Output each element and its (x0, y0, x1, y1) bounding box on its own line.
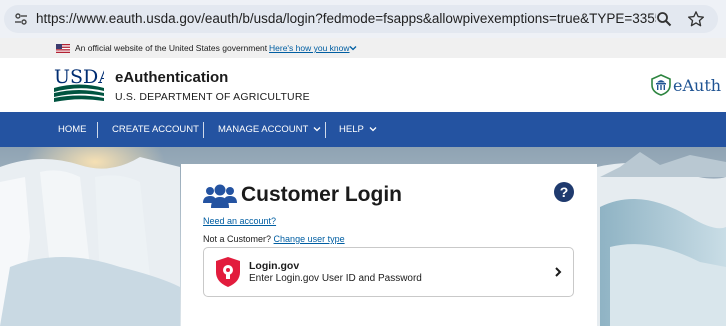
svg-text:?: ? (560, 184, 569, 200)
us-flag-icon (56, 44, 70, 53)
browser-toolbar: https://www.eauth.usda.gov/eauth/b/usda/… (0, 0, 726, 38)
not-customer-text: Not a Customer? Change user type (203, 234, 345, 244)
nav-help-label: HELP (339, 124, 364, 135)
url-text[interactable]: https://www.eauth.usda.gov/eauth/b/usda/… (36, 11, 656, 26)
address-bar[interactable]: https://www.eauth.usda.gov/eauth/b/usda/… (4, 5, 718, 33)
login-gov-option[interactable]: Login.gov Enter Login.gov User ID and Pa… (203, 247, 574, 297)
heres-how-you-know-link[interactable]: Here's how you know (269, 43, 350, 53)
capitol-shield-icon (651, 74, 671, 96)
gov-banner: An official website of the United States… (0, 38, 726, 58)
gov-banner-text: An official website of the United States… (75, 43, 268, 53)
customer-login-title: Customer Login (241, 183, 402, 206)
help-icon[interactable]: ? (554, 182, 574, 202)
tune-icon[interactable] (14, 12, 28, 26)
nav-divider (325, 122, 326, 138)
login-gov-lock-icon (216, 257, 240, 287)
chevron-down-icon (313, 127, 321, 132)
nav-home[interactable]: HOME (58, 112, 87, 147)
eauth-brand[interactable]: eAuth (673, 76, 721, 95)
nav-divider (203, 122, 204, 138)
login-gov-title: Login.gov (249, 260, 300, 272)
nav-manage-account-label: MANAGE ACCOUNT (218, 124, 309, 135)
site-title: eAuthentication (115, 69, 229, 86)
users-icon (203, 184, 237, 208)
nav-help[interactable]: HELP (339, 112, 377, 147)
nav-manage-account[interactable]: MANAGE ACCOUNT (218, 112, 321, 147)
login-gov-description: Enter Login.gov User ID and Password (249, 273, 422, 284)
chevron-right-icon (555, 267, 562, 277)
site-subtitle: U.S. DEPARTMENT OF AGRICULTURE (115, 91, 310, 103)
usda-logo[interactable]: USDA (54, 66, 104, 102)
site-header: USDA eAuthentication U.S. DEPARTMENT OF … (0, 58, 726, 112)
chevron-down-icon (369, 127, 377, 132)
need-account-link[interactable]: Need an account? (203, 216, 276, 226)
chevron-down-icon[interactable] (349, 44, 357, 52)
change-user-type-link[interactable]: Change user type (274, 234, 345, 244)
nav-create-account[interactable]: CREATE ACCOUNT (112, 112, 199, 147)
zoom-icon[interactable] (656, 11, 672, 27)
nav-divider (97, 122, 98, 138)
not-customer-label: Not a Customer? (203, 234, 272, 244)
main-nav: HOME CREATE ACCOUNT MANAGE ACCOUNT HELP (0, 112, 726, 147)
star-icon[interactable] (687, 10, 705, 28)
